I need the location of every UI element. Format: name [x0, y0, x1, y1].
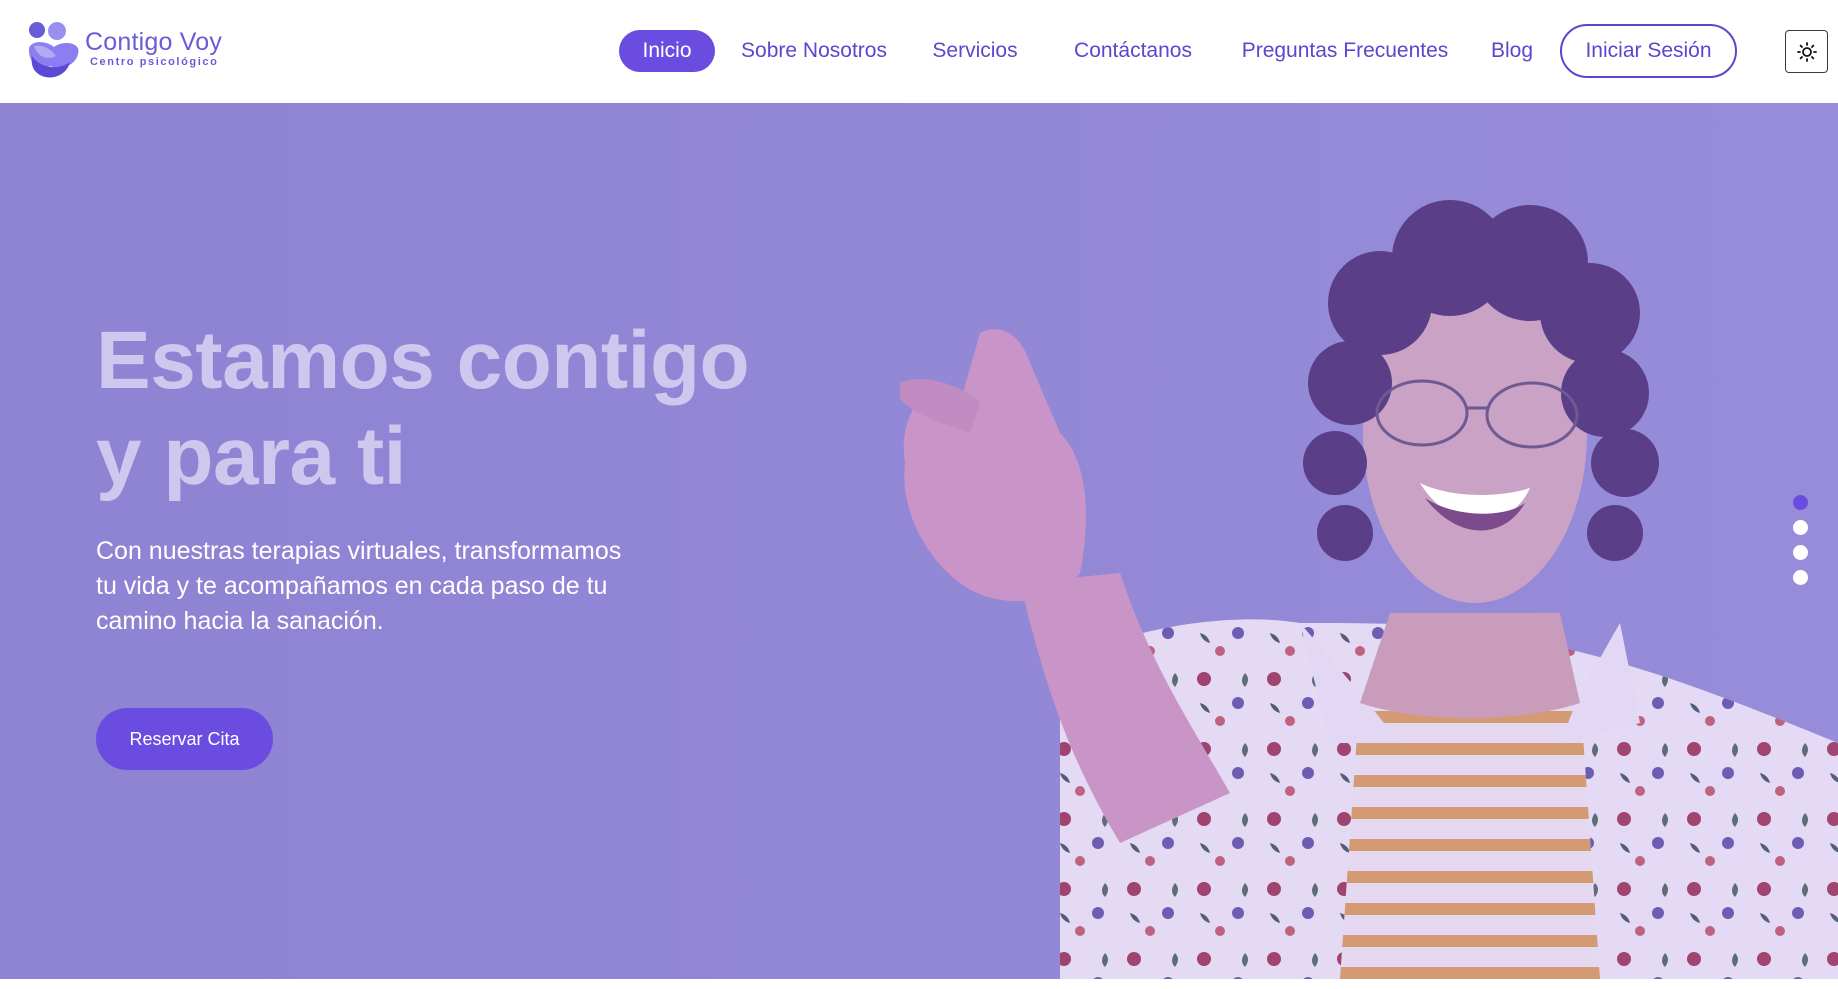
hero-banner: Estamos contigo y para ti Con nuestras t… [0, 103, 1838, 979]
nav-item-preguntas-frecuentes[interactable]: Preguntas Frecuentes [1235, 30, 1455, 72]
book-appointment-button[interactable]: Reservar Cita [96, 708, 273, 770]
nav-item-blog[interactable]: Blog [1488, 30, 1536, 72]
nav-item-servicios[interactable]: Servicios [928, 30, 1022, 72]
brand-logo[interactable]: Contigo Voy Centro psicológico [26, 20, 226, 82]
sun-icon [1797, 42, 1817, 62]
hero-description-line-3: camino hacia la sanación. [96, 607, 384, 635]
login-button[interactable]: Iniciar Sesión [1560, 24, 1737, 78]
nav-item-sobre-nosotros[interactable]: Sobre Nosotros [739, 30, 889, 72]
carousel-dot-2[interactable] [1793, 520, 1808, 535]
site-header: Contigo Voy Centro psicológico Inicio So… [0, 0, 1838, 103]
carousel-dot-3[interactable] [1793, 545, 1808, 560]
carousel-dot-4[interactable] [1793, 570, 1808, 585]
carousel-indicators [1791, 495, 1809, 585]
brand-tagline: Centro psicológico [90, 56, 219, 68]
theme-toggle-button[interactable] [1785, 30, 1828, 73]
hero-description-line-2: tu vida y te acompañamos en cada paso de… [96, 572, 608, 600]
hero-title: Estamos contigo y para ti [96, 313, 750, 505]
nav-item-contactanos[interactable]: Contáctanos [1066, 30, 1200, 72]
hero-description-line-1: Con nuestras terapias virtuales, transfo… [96, 537, 622, 565]
logo-people-icon [29, 22, 79, 78]
hero-title-line-1: Estamos contigo [96, 315, 750, 406]
carousel-dot-1[interactable] [1793, 495, 1808, 510]
hero-title-line-2: y para ti [96, 411, 406, 502]
nav-item-inicio[interactable]: Inicio [619, 30, 715, 72]
brand-name: Contigo Voy [85, 28, 223, 56]
hero-description: Con nuestras terapias virtuales, transfo… [96, 534, 716, 639]
